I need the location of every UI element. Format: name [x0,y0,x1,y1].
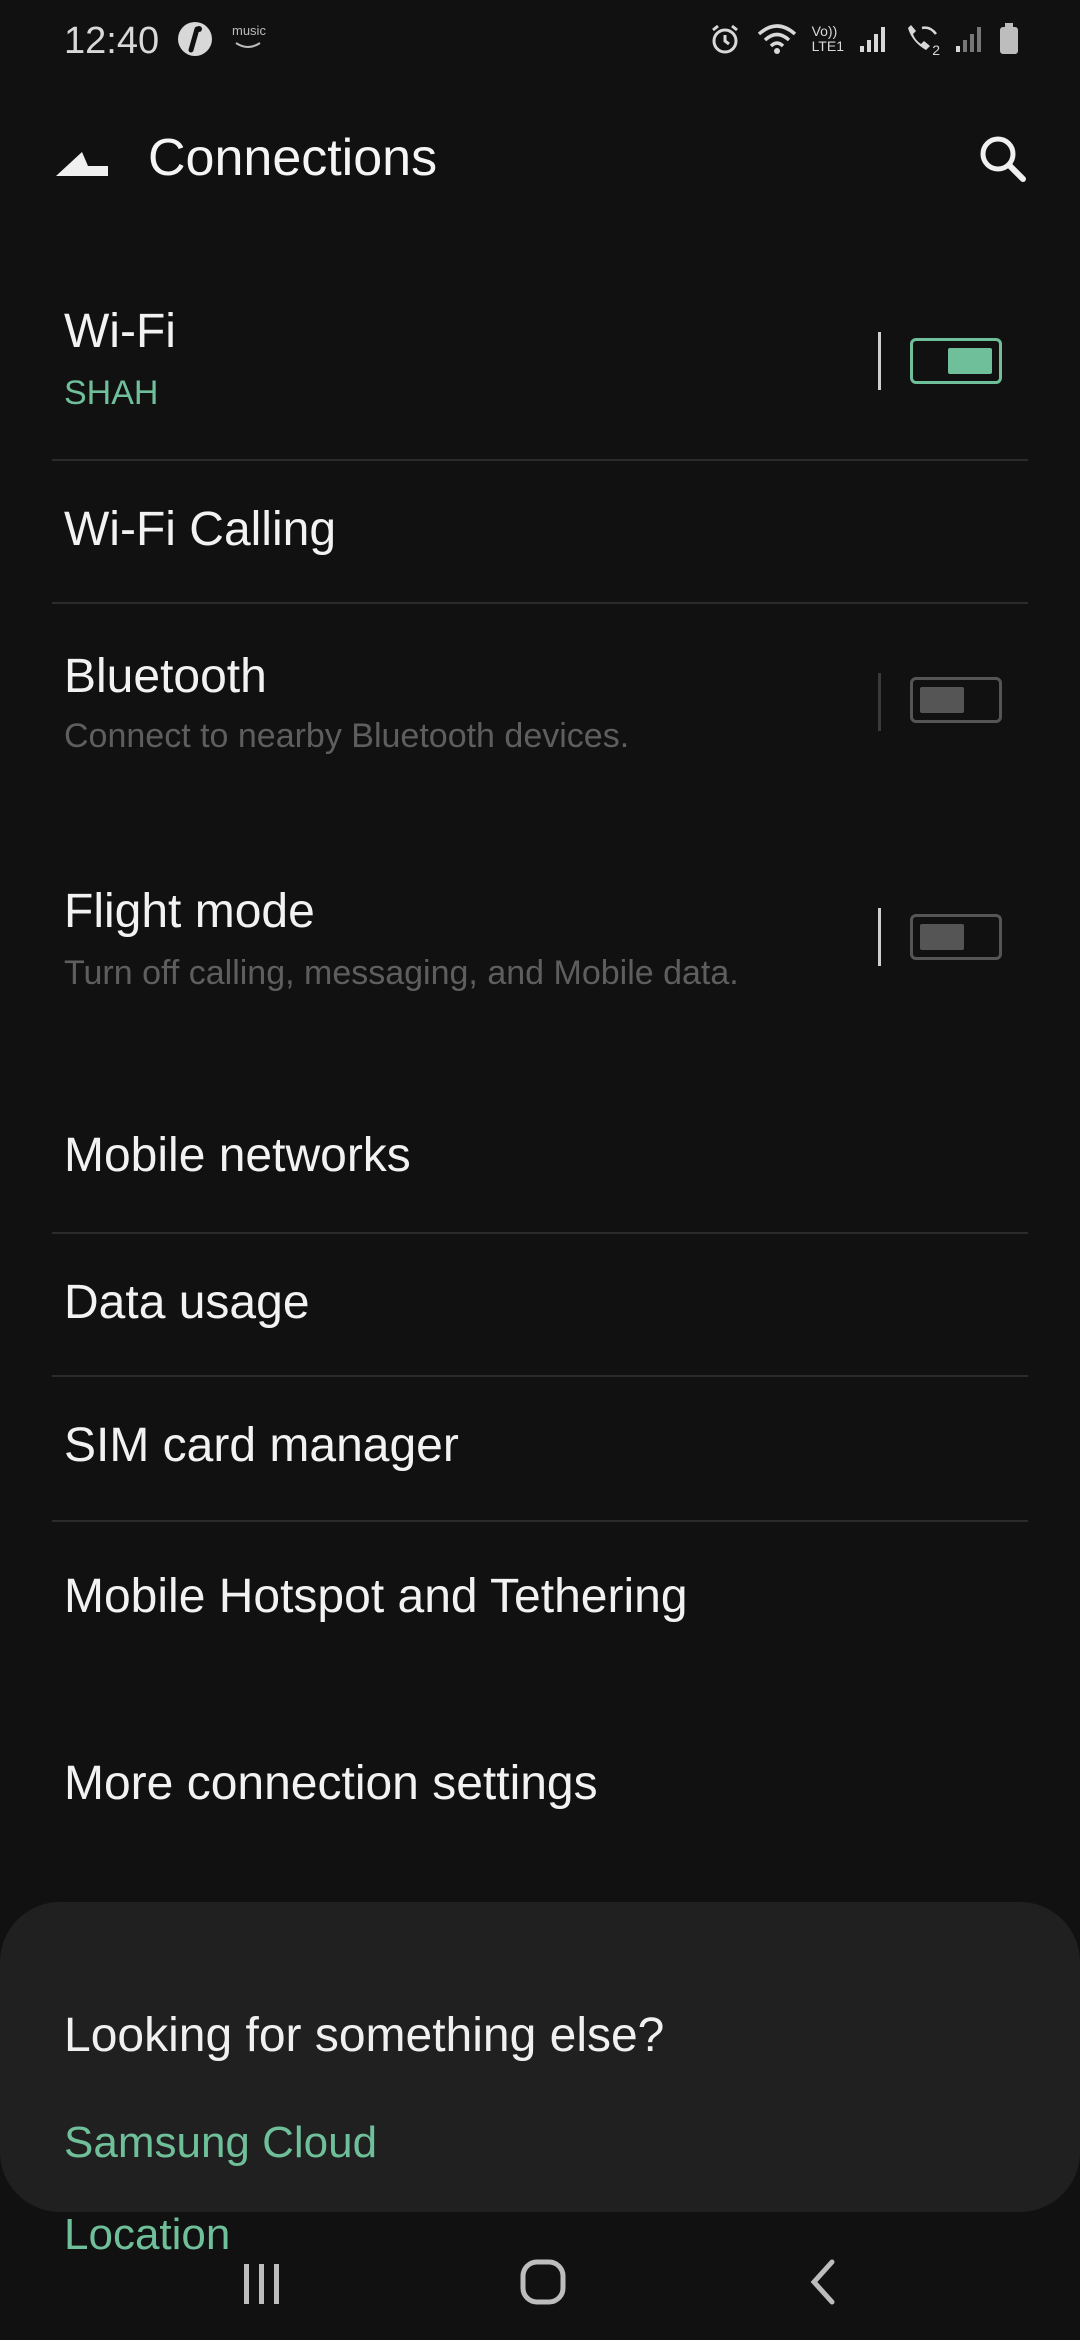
status-time: 12:40 [64,20,160,62]
setting-flight-mode-separator [878,908,881,966]
status-left-icons: music [176,20,266,58]
setting-wifi-subtitle: SHAH [64,374,159,412]
setting-more-connection-settings[interactable]: More connection settings [0,1720,1080,1860]
back-arrow-icon [56,152,108,176]
back-button[interactable] [52,140,122,190]
recent-apps-icon [244,2264,279,2304]
setting-sim-card-manager[interactable]: SIM card manager [0,1378,1080,1520]
amazon-music-label: music [232,23,266,38]
search-button[interactable] [968,124,1040,196]
alarm-icon [711,24,738,54]
sim2-label: 2 [932,42,940,58]
divider [52,1520,1028,1522]
signal-icon-2 [956,27,981,52]
wifi-icon [757,24,796,54]
setting-data-usage-title: Data usage [64,1276,310,1329]
setting-more-connection-settings-title: More connection settings [64,1757,598,1810]
setting-mobile-hotspot-title: Mobile Hotspot and Tethering [64,1570,688,1623]
wifi-toggle[interactable] [910,338,1002,384]
wifi-toggle-knob [948,348,992,374]
page-title: Connections [148,129,438,187]
volte-icon: Vo)) LTE1 [812,24,844,54]
setting-wifi-calling-title: Wi-Fi Calling [64,503,337,556]
setting-sim-card-manager-title: SIM card manager [64,1419,459,1472]
setting-bluetooth-subtitle: Connect to nearby Bluetooth devices. [64,717,630,755]
signal-icon [860,27,885,52]
setting-mobile-hotspot[interactable]: Mobile Hotspot and Tethering [0,1523,1080,1683]
divider [52,602,1028,604]
suggestion-link-samsung-cloud[interactable]: Samsung Cloud [64,2118,377,2168]
setting-wifi-title: Wi-Fi [64,305,176,358]
divider [52,459,1028,461]
setting-wifi-separator [878,332,881,390]
volte-label: Vo)) [811,23,838,39]
lte-label: LTE1 [811,38,844,54]
suggestions-card: Looking for something else? Samsung Clou… [0,1902,1080,2259]
setting-bluetooth[interactable]: Bluetooth Connect to nearby Bluetooth de… [0,605,1080,805]
search-icon [980,136,1026,182]
bluetooth-toggle[interactable] [910,677,1002,723]
home-icon [520,2259,566,2305]
setting-wifi-calling[interactable]: Wi-Fi Calling [0,462,1080,602]
divider [52,1232,1028,1234]
navigation-bar [0,2220,1080,2340]
mobile-app-icon [178,22,212,56]
status-right-icons: Vo)) LTE1 2 [708,22,1020,58]
app-bar: Connections [0,110,1080,210]
flight-mode-toggle-knob [920,924,964,950]
status-bar: 12:40 music Vo)) LTE1 2 [0,0,1080,84]
setting-flight-mode-title: Flight mode [64,885,315,938]
setting-mobile-networks-title: Mobile networks [64,1129,411,1182]
setting-wifi[interactable]: Wi-Fi SHAH [0,290,1080,460]
divider [52,1375,1028,1377]
setting-bluetooth-title: Bluetooth [64,650,267,703]
nav-back-button[interactable] [786,2250,866,2314]
flight-mode-toggle[interactable] [910,914,1002,960]
battery-icon [1000,23,1018,54]
home-button[interactable] [503,2250,583,2314]
setting-bluetooth-separator [878,673,881,731]
amazon-music-icon: music [232,23,266,55]
setting-flight-mode-subtitle: Turn off calling, messaging, and Mobile … [64,954,739,992]
bluetooth-toggle-knob [920,687,964,713]
setting-flight-mode[interactable]: Flight mode Turn off calling, messaging,… [0,850,1080,1040]
wifi-calling-icon: 2 [902,22,940,58]
recent-apps-button[interactable] [222,2250,302,2314]
setting-data-usage[interactable]: Data usage [0,1235,1080,1375]
suggestions-title: Looking for something else? [64,2009,665,2062]
setting-mobile-networks[interactable]: Mobile networks [0,1090,1080,1232]
back-icon [810,2259,835,2305]
